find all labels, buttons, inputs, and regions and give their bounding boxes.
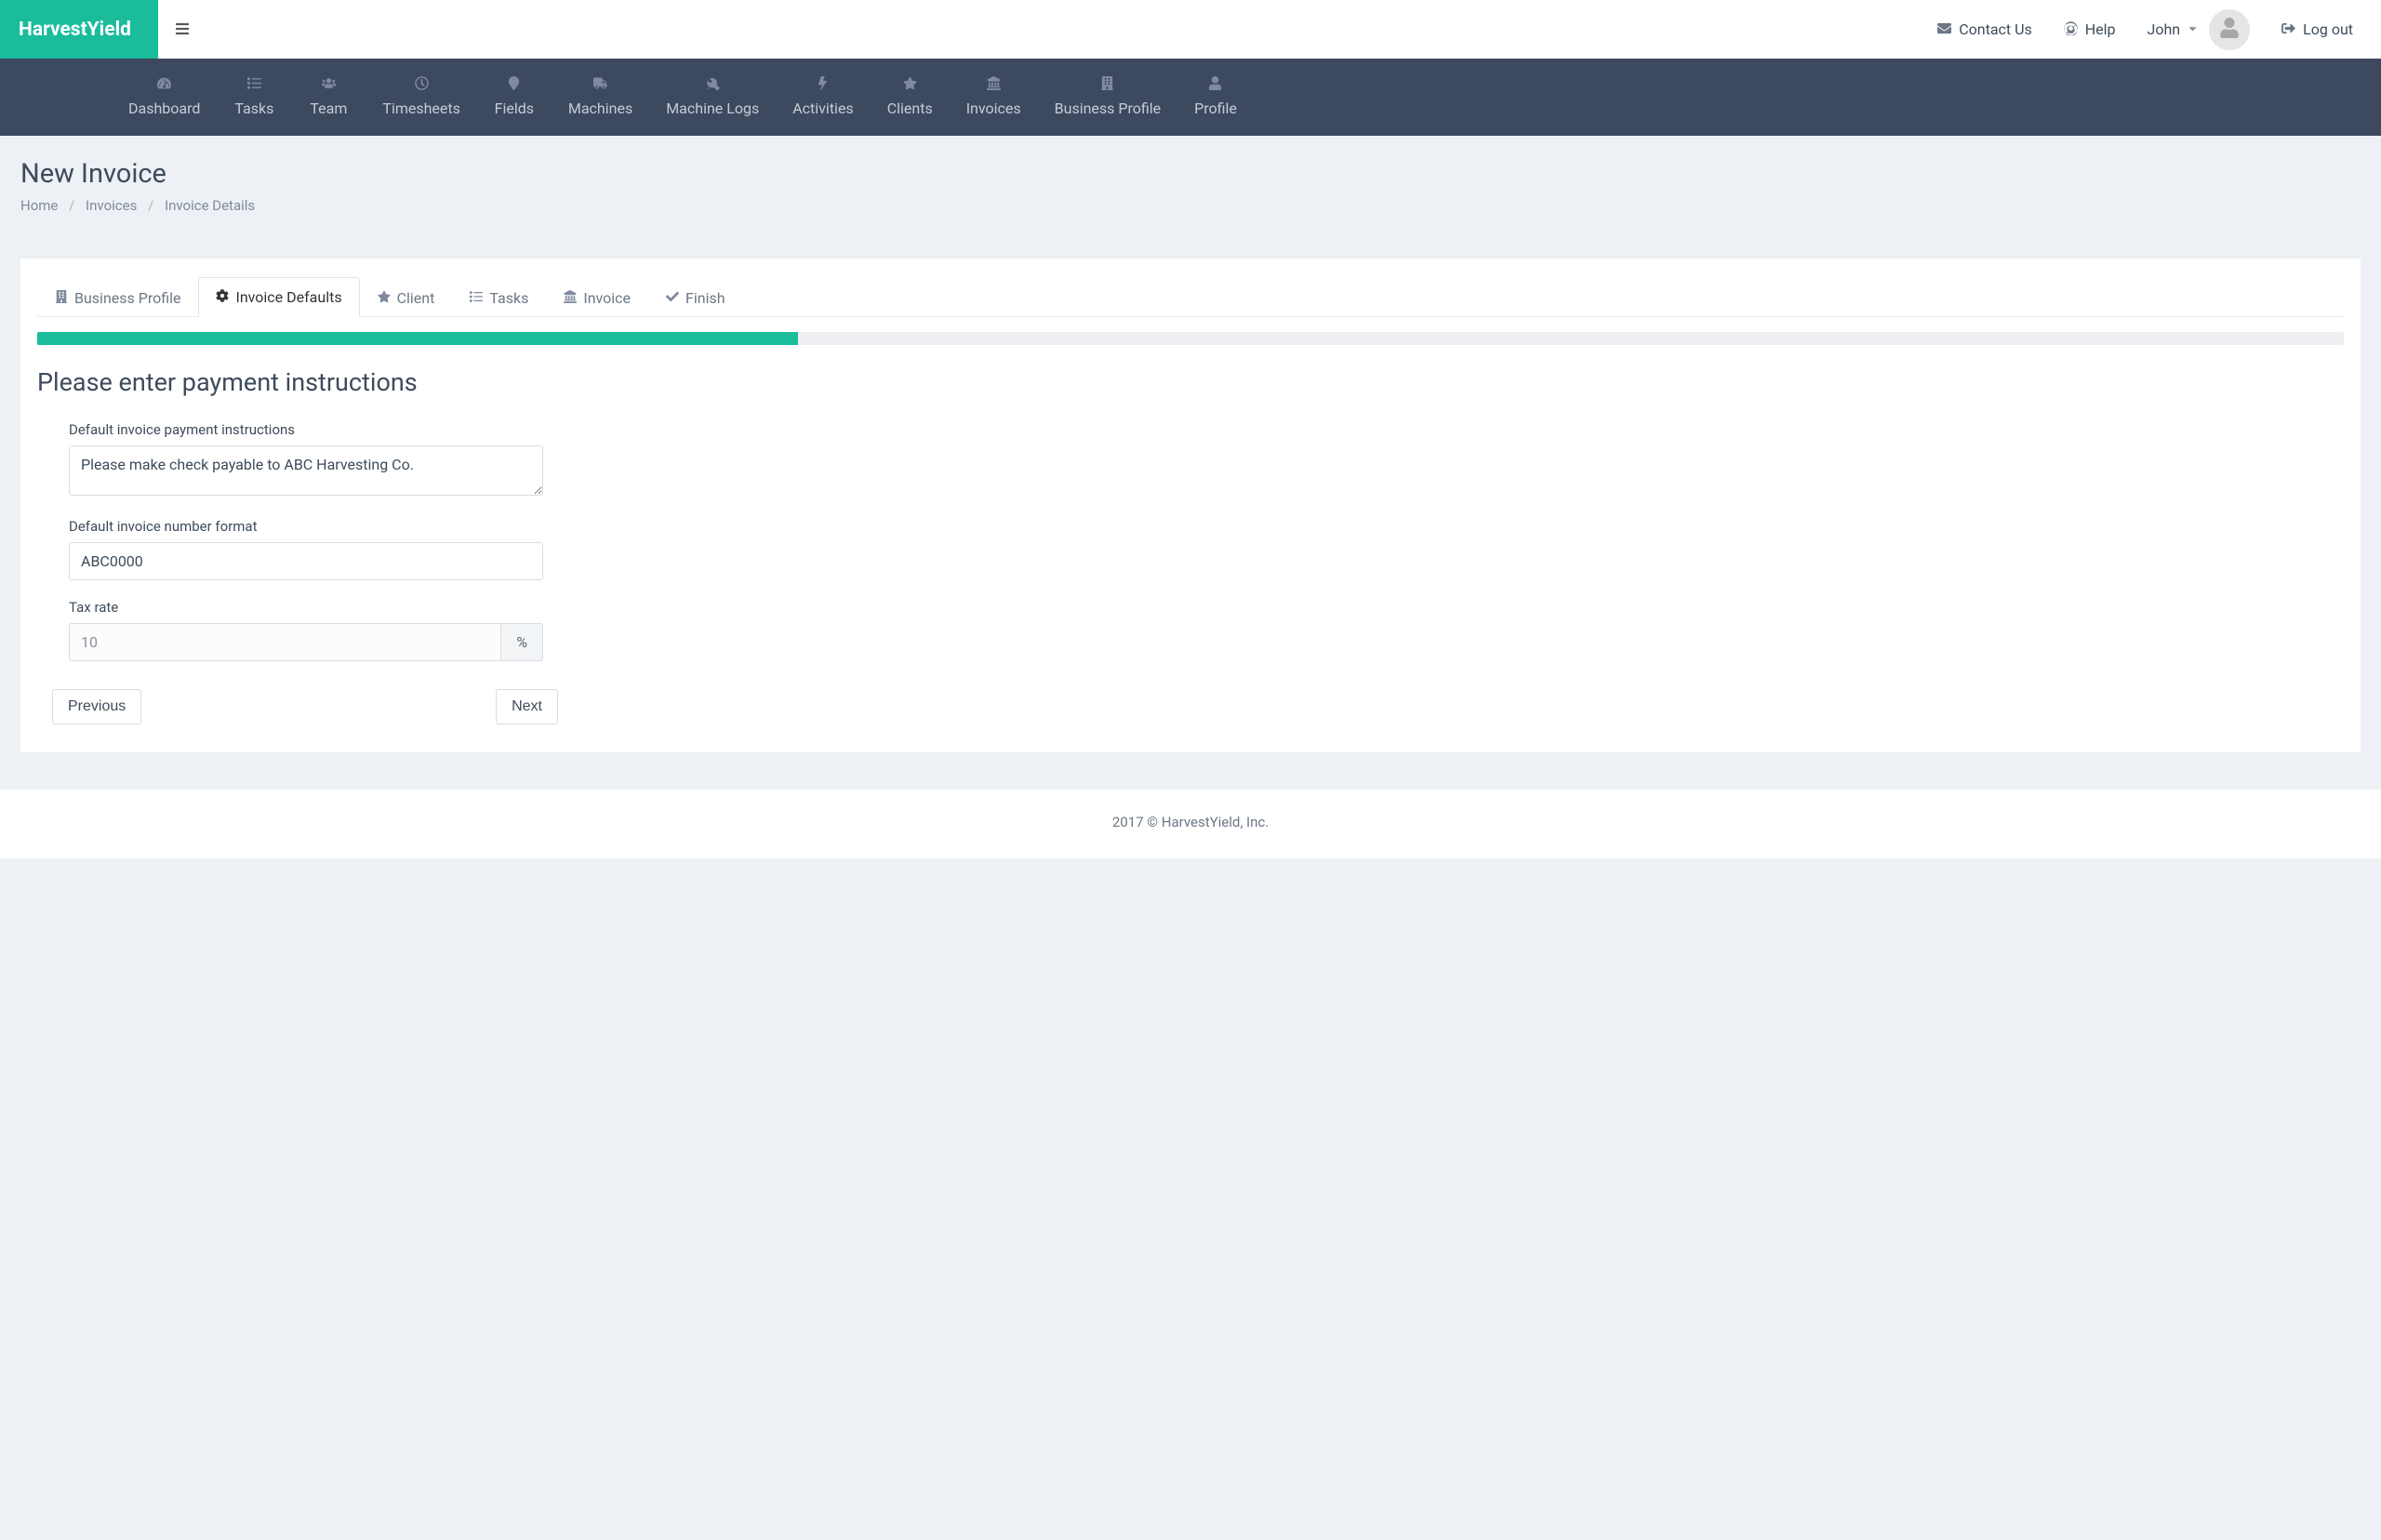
menu-toggle-button[interactable] [158, 0, 206, 59]
star-icon [378, 290, 391, 305]
breadcrumb-separator: / [69, 197, 74, 214]
tax-rate-input[interactable] [69, 623, 500, 661]
tab-invoice[interactable]: Invoice [546, 277, 648, 317]
user-icon [2219, 18, 2240, 41]
user-menu[interactable]: John [2148, 20, 2199, 38]
number-format-label: Default invoice number format [69, 518, 543, 535]
tab-label: Invoice Defaults [235, 288, 341, 306]
nav-label: Machine Logs [666, 100, 759, 117]
footer-text: 2017 © HarvestYield, Inc. [0, 790, 2381, 858]
next-button[interactable]: Next [496, 689, 558, 724]
nav-label: Activities [792, 100, 853, 117]
form-heading: Please enter payment instructions [37, 367, 2344, 397]
payment-instructions-input[interactable] [69, 445, 543, 496]
tax-rate-addon: % [500, 623, 543, 661]
tab-client[interactable]: Client [360, 277, 453, 317]
life-ring-icon [2064, 21, 2078, 38]
help-label: Help [2085, 20, 2116, 38]
tab-finish[interactable]: Finish [648, 277, 743, 317]
list-icon [470, 290, 483, 305]
clock-icon [415, 75, 429, 92]
bars-icon [175, 20, 190, 38]
nav-dashboard[interactable]: Dashboard [112, 59, 217, 136]
dashboard-icon [157, 75, 171, 92]
nav-machine-logs[interactable]: Machine Logs [649, 59, 776, 136]
main-nav: Dashboard Tasks Team Timesheets Fields M… [0, 59, 2381, 136]
chevron-down-icon [2188, 23, 2198, 35]
nav-activities[interactable]: Activities [776, 59, 870, 136]
page-title: New Invoice [20, 158, 2361, 190]
envelope-icon [1937, 21, 1951, 38]
tab-business-profile[interactable]: Business Profile [37, 277, 198, 317]
sign-out-icon [2281, 21, 2295, 38]
tab-label: Tasks [489, 289, 528, 307]
tax-rate-label: Tax rate [69, 599, 543, 616]
breadcrumb-separator: / [148, 197, 153, 214]
nav-machines[interactable]: Machines [552, 59, 649, 136]
logout-label: Log out [2303, 20, 2353, 38]
bank-icon [987, 75, 1001, 92]
breadcrumb: Home / Invoices / Invoice Details [20, 197, 2361, 214]
payment-instructions-label: Default invoice payment instructions [69, 421, 543, 438]
breadcrumb-invoices[interactable]: Invoices [86, 197, 137, 214]
progress-fill [37, 332, 798, 345]
nav-tasks[interactable]: Tasks [217, 59, 291, 136]
check-icon [666, 290, 679, 305]
wrench-icon [706, 75, 720, 92]
nav-label: Profile [1194, 100, 1237, 117]
contact-us-link[interactable]: Contact Us [1937, 20, 2032, 38]
tab-tasks[interactable]: Tasks [452, 277, 546, 317]
list-icon [247, 75, 261, 92]
building-icon [55, 290, 68, 305]
help-link[interactable]: Help [2064, 20, 2116, 38]
nav-invoices[interactable]: Invoices [950, 59, 1038, 136]
progress-bar [37, 332, 2344, 345]
breadcrumb-current: Invoice Details [165, 197, 255, 214]
nav-label: Tasks [234, 100, 273, 117]
map-marker-icon [507, 75, 521, 92]
brand-logo[interactable]: HarvestYield [0, 0, 158, 59]
nav-timesheets[interactable]: Timesheets [366, 59, 476, 136]
gear-icon [216, 289, 229, 304]
tab-label: Client [397, 289, 435, 307]
nav-team[interactable]: Team [291, 59, 366, 136]
user-icon [1208, 75, 1222, 92]
contact-us-label: Contact Us [1959, 20, 2032, 38]
previous-button[interactable]: Previous [52, 689, 141, 724]
nav-label: Invoices [966, 100, 1021, 117]
star-icon [903, 75, 917, 92]
truck-icon [593, 75, 607, 92]
tab-label: Business Profile [74, 289, 180, 307]
breadcrumb-home[interactable]: Home [20, 197, 58, 214]
avatar[interactable] [2209, 9, 2250, 50]
nav-label: Team [310, 100, 347, 117]
tab-label: Finish [685, 289, 725, 307]
nav-label: Clients [887, 100, 933, 117]
nav-profile[interactable]: Profile [1177, 59, 1254, 136]
logout-link[interactable]: Log out [2281, 20, 2353, 38]
number-format-input[interactable] [69, 542, 543, 580]
bank-icon [564, 290, 577, 305]
wizard-tabs: Business Profile Invoice Defaults Client… [37, 277, 2344, 317]
bolt-icon [816, 75, 830, 92]
nav-label: Business Profile [1055, 100, 1161, 117]
users-icon [322, 75, 336, 92]
user-name: John [2148, 20, 2181, 38]
tab-label: Invoice [583, 289, 631, 307]
nav-business-profile[interactable]: Business Profile [1038, 59, 1177, 136]
building-icon [1100, 75, 1114, 92]
nav-label: Dashboard [128, 100, 200, 117]
tab-invoice-defaults[interactable]: Invoice Defaults [198, 277, 359, 317]
nav-clients[interactable]: Clients [871, 59, 950, 136]
nav-label: Machines [568, 100, 632, 117]
nav-label: Fields [495, 100, 534, 117]
nav-label: Timesheets [382, 100, 459, 117]
nav-fields[interactable]: Fields [477, 59, 552, 136]
